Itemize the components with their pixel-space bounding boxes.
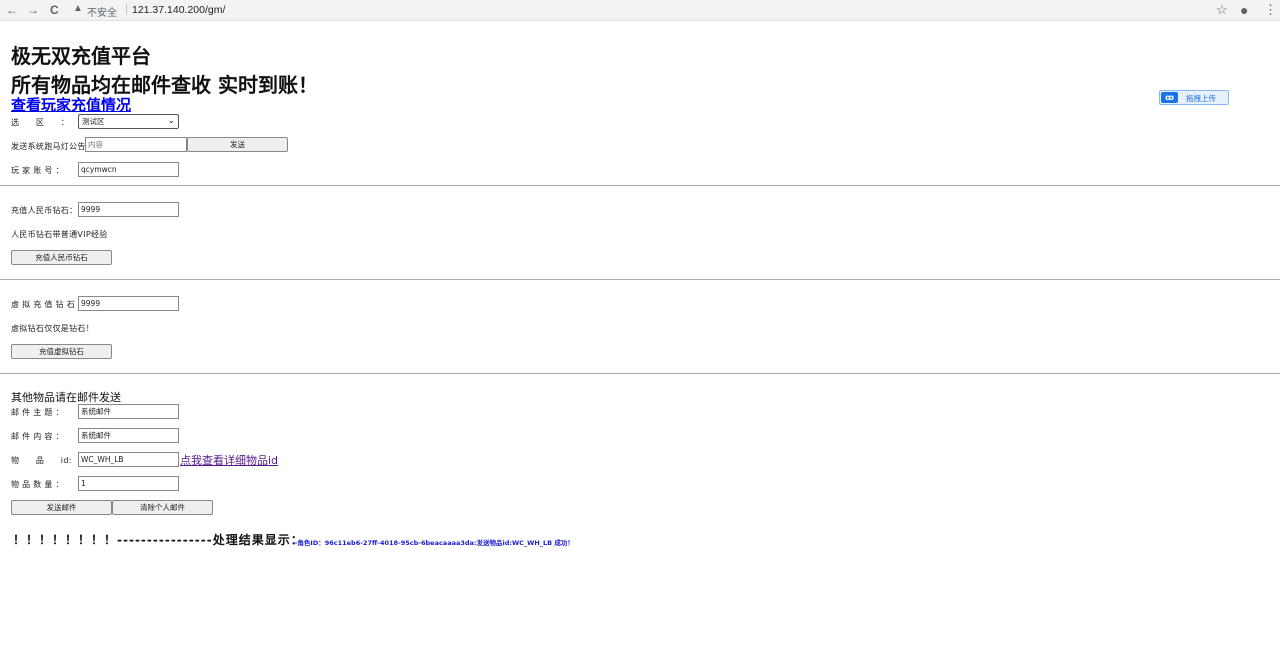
address-bar[interactable]: 121.37.140.200/gm/ bbox=[132, 4, 225, 16]
item-quantity-label: 物 品 数 量 ： bbox=[11, 480, 64, 489]
send-announcement-button[interactable]: 发送 bbox=[187, 137, 288, 152]
chevron-down-icon: ⌄ bbox=[167, 116, 175, 126]
divider bbox=[0, 279, 1280, 280]
browser-toolbar: ← → C ▲ 不安全 | 121.37.140.200/gm/ ☆ ● ⋮ bbox=[0, 0, 1280, 21]
recharge-rmb-diamond-button[interactable]: 充值人民币钻石 bbox=[11, 250, 112, 265]
mail-subject-label: 邮 件 主 题 ： bbox=[11, 408, 64, 417]
rmb-diamond-input[interactable]: 9999 bbox=[78, 202, 179, 217]
server-select[interactable]: 测试区 ⌄ bbox=[78, 114, 179, 129]
rmb-diamond-label: 充值人民币钻石： bbox=[11, 206, 78, 215]
player-account-label: 玩 家 账 号 ： bbox=[11, 166, 64, 175]
item-id-input[interactable]: WC_WH_LB bbox=[78, 452, 179, 467]
announcement-label: 发送系统跑马灯公告： bbox=[11, 142, 94, 151]
virtual-diamond-note: 虚拟钻石仅仅是钻石！ bbox=[11, 324, 94, 333]
mail-content-label: 邮 件 内 容 ： bbox=[11, 432, 64, 441]
result-message: --角色ID：96c11eb6-27ff-4018-95cb-6beacaaaa… bbox=[292, 539, 574, 547]
divider bbox=[0, 373, 1280, 374]
mail-content-input[interactable]: 系统邮件 bbox=[78, 428, 179, 443]
divider: | bbox=[125, 3, 128, 15]
item-id-label: 物 品 id: bbox=[11, 456, 72, 465]
security-label[interactable]: 不安全 bbox=[87, 4, 117, 19]
warning-icon[interactable]: ▲ bbox=[73, 3, 83, 14]
recharge-virtual-diamond-button[interactable]: 充值虚拟钻石 bbox=[11, 344, 112, 359]
clear-personal-mail-button[interactable]: 清除个人邮件 bbox=[112, 500, 213, 515]
back-icon[interactable]: ← bbox=[6, 3, 18, 17]
server-label: 选 区 ： bbox=[11, 118, 70, 127]
divider bbox=[0, 185, 1280, 186]
drag-upload-button[interactable]: ꝏ 拖拽上传 bbox=[1159, 90, 1229, 105]
forward-icon[interactable]: → bbox=[27, 3, 39, 17]
player-recharge-link[interactable]: 查看玩家充值情况 bbox=[11, 94, 131, 115]
mail-subject-input[interactable]: 系统邮件 bbox=[78, 404, 179, 419]
result-prefix: ！！！！！！！！----------------处理结果显示： bbox=[13, 533, 304, 547]
upload-label: 拖拽上传 bbox=[1186, 94, 1216, 103]
account-icon[interactable]: ● bbox=[1240, 2, 1248, 18]
rmb-diamond-note: 人民币钻石带普通VIP经验 bbox=[11, 230, 108, 239]
mail-section-title: 其他物品请在邮件发送 bbox=[11, 391, 121, 404]
item-id-lookup-link[interactable]: 点我查看详细物品id bbox=[180, 452, 278, 468]
menu-icon[interactable]: ⋮ bbox=[1264, 2, 1277, 18]
cloud-icon: ꝏ bbox=[1161, 92, 1178, 103]
reload-icon[interactable]: C bbox=[50, 3, 59, 17]
announcement-input[interactable]: 内容 bbox=[85, 137, 187, 152]
virtual-diamond-input[interactable]: 9999 bbox=[78, 296, 179, 311]
star-icon[interactable]: ☆ bbox=[1216, 2, 1228, 18]
page-title: 极无双充值平台 bbox=[11, 44, 151, 68]
server-selected-value: 测试区 bbox=[82, 117, 105, 126]
send-mail-button[interactable]: 发送邮件 bbox=[11, 500, 112, 515]
item-quantity-input[interactable]: 1 bbox=[78, 476, 179, 491]
player-account-input[interactable]: qcymwcn bbox=[78, 162, 179, 177]
virtual-diamond-label: 虚 拟 充 值 钻 石 ： bbox=[11, 300, 87, 309]
